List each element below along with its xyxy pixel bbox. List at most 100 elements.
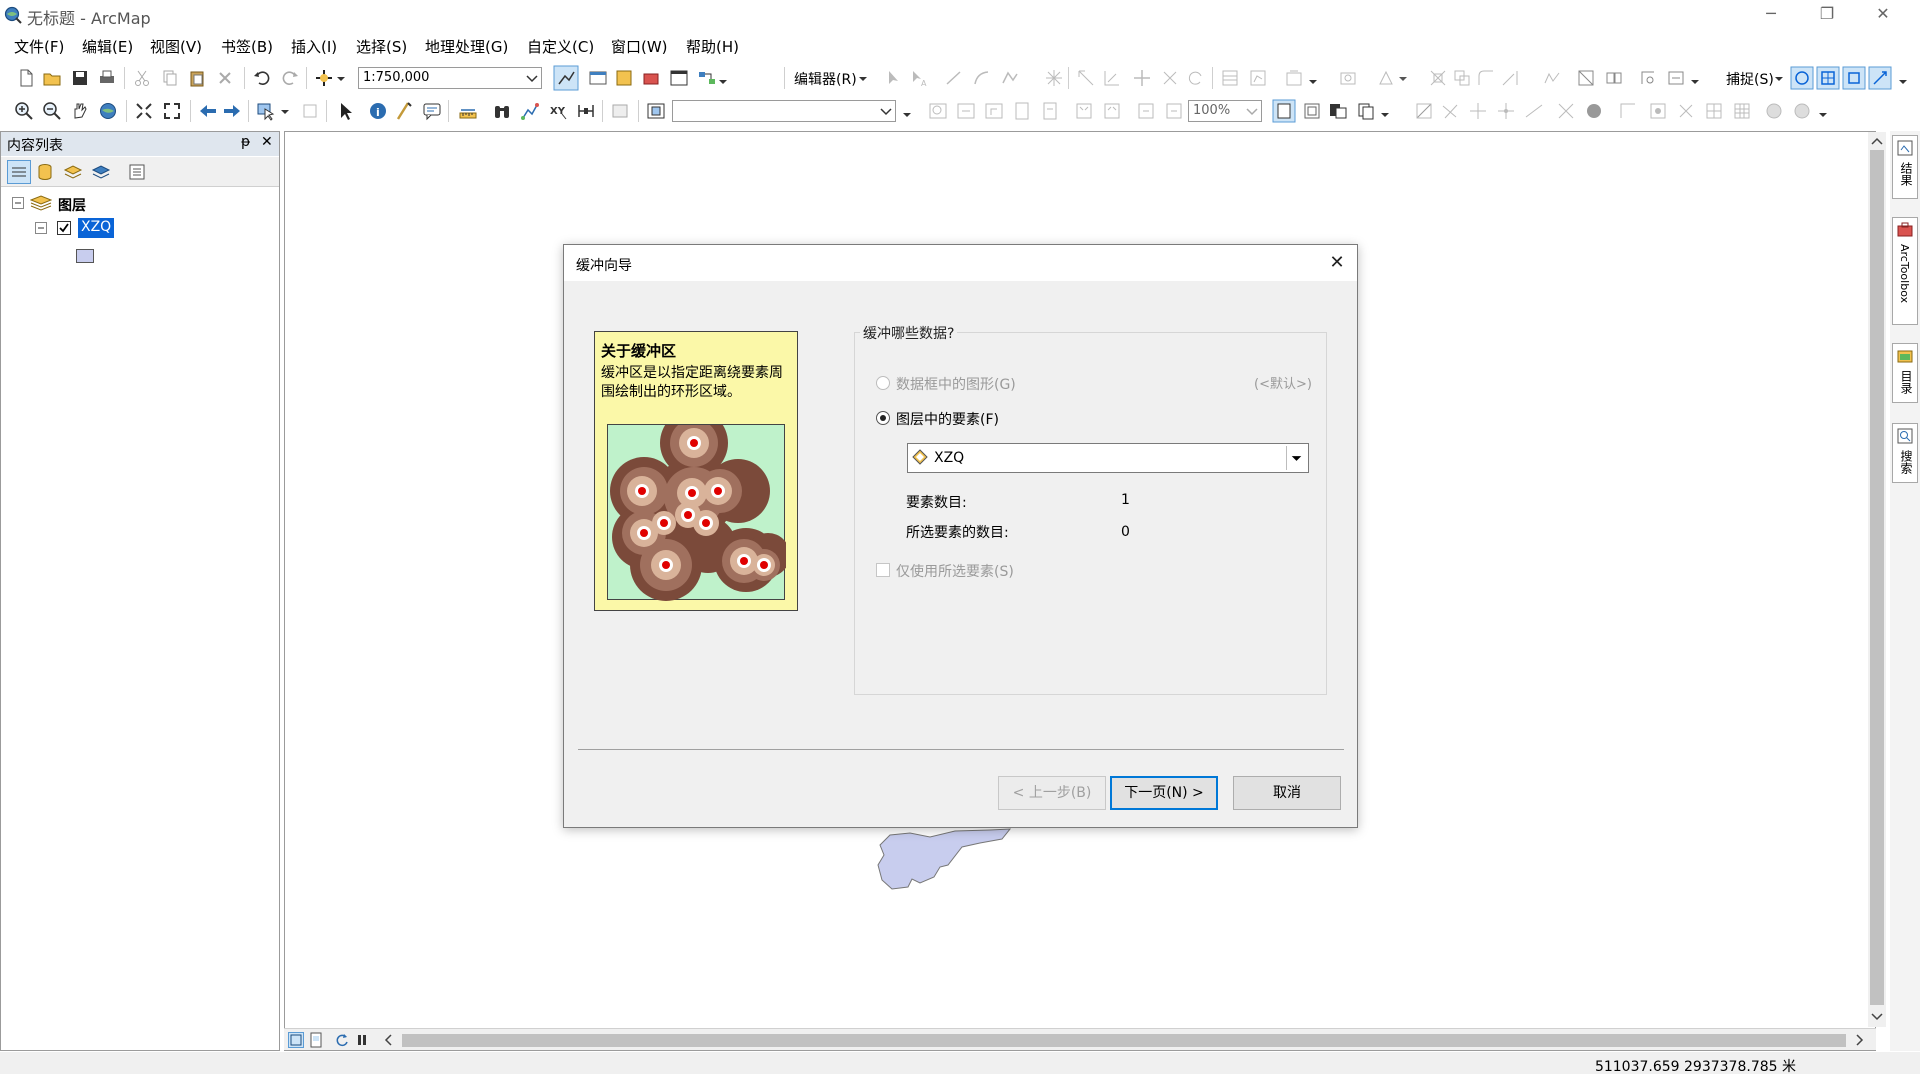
menu-geoprocessing[interactable]: 地理处理(G)	[425, 36, 508, 57]
layout-view-icon[interactable]	[308, 1032, 324, 1048]
focus-data-frame-icon[interactable]	[1302, 101, 1322, 121]
data-view-icon[interactable]	[288, 1032, 304, 1048]
draw-arrow-icon[interactable]	[1440, 101, 1460, 121]
collapse-layers-icon[interactable]	[12, 197, 24, 209]
midpoint-icon[interactable]	[1044, 68, 1064, 88]
copy-features-icon[interactable]	[1452, 68, 1472, 88]
select-dropdown-icon[interactable]	[280, 101, 290, 121]
generalize-icon[interactable]	[1542, 68, 1562, 88]
catalog-tab[interactable]: 目录	[1892, 343, 1918, 403]
draw-line-icon[interactable]	[1468, 101, 1488, 121]
editor-menu[interactable]: 编辑器(R)	[794, 69, 857, 89]
results-tab[interactable]: 结果	[1892, 135, 1918, 199]
save-icon[interactable]	[70, 68, 90, 88]
zoom-whole-page-icon[interactable]	[1012, 101, 1032, 121]
straight-segment-icon[interactable]	[944, 68, 964, 88]
go-to-xy-icon[interactable]: XY	[548, 101, 568, 121]
draw-curve-icon[interactable]	[1524, 101, 1544, 121]
draw-point-icon[interactable]	[1496, 101, 1516, 121]
find-route-icon[interactable]	[520, 101, 540, 121]
toolbar2-overflow-icon[interactable]	[902, 101, 912, 121]
rotate-element-icon[interactable]	[1618, 101, 1638, 121]
layout-overflow-icon[interactable]	[1380, 101, 1390, 121]
python-window-icon[interactable]	[669, 68, 689, 88]
redo-icon[interactable]	[280, 68, 300, 88]
hyperlink-icon[interactable]	[394, 101, 414, 121]
attribute-transfer-icon[interactable]	[1666, 68, 1686, 88]
arctoolbox-icon[interactable]	[641, 68, 661, 88]
scroll-up-icon[interactable]	[1871, 136, 1883, 146]
snapping-overflow-icon[interactable]	[1898, 68, 1908, 88]
refresh-icon[interactable]	[334, 1032, 350, 1048]
layer-name-xzq[interactable]: XZQ	[78, 218, 115, 238]
layout-zoom-out-icon[interactable]	[956, 101, 976, 121]
advanced-edit-icon[interactable]	[1428, 68, 1448, 88]
zoom-out-icon[interactable]	[42, 101, 62, 121]
sketch-properties-icon[interactable]	[1248, 68, 1268, 88]
snapping-dropdown-icon[interactable]	[1774, 68, 1784, 88]
trace-icon[interactable]	[1000, 68, 1020, 88]
fixed-zoom-out-icon[interactable]	[162, 101, 182, 121]
cut-icon[interactable]	[132, 68, 152, 88]
copy-icon[interactable]	[160, 68, 180, 88]
time-slider-icon[interactable]	[576, 101, 596, 121]
vertical-scroll-thumb[interactable]	[1870, 150, 1884, 1005]
end-snapping-icon[interactable]	[1816, 66, 1840, 90]
arctoolbox-tab[interactable]: ArcToolbox	[1892, 217, 1918, 325]
point-snapping-icon[interactable]	[1790, 66, 1814, 90]
add-data-dropdown-icon[interactable]	[336, 68, 346, 88]
georeference-icon[interactable]	[1338, 68, 1358, 88]
toc-close-icon[interactable]: ✕	[261, 134, 273, 150]
menu-selection[interactable]: 选择(S)	[356, 36, 407, 57]
menu-view[interactable]: 视图(V)	[150, 36, 202, 57]
fillet-icon[interactable]	[1476, 68, 1496, 88]
table-of-contents-icon[interactable]	[614, 68, 634, 88]
list-by-drawing-order-icon[interactable]	[7, 160, 31, 184]
zoom-in-icon[interactable]	[14, 101, 34, 121]
menu-windows[interactable]: 窗口(W)	[611, 36, 668, 57]
vertical-scrollbar[interactable]	[1868, 132, 1886, 1027]
add-data-icon[interactable]	[314, 68, 334, 88]
restore-button[interactable]: ❐	[1800, 0, 1854, 30]
rubbersheet-icon[interactable]	[1576, 68, 1596, 88]
transform-icon[interactable]	[1638, 68, 1658, 88]
delete-icon[interactable]	[215, 68, 235, 88]
edge-snapping-icon[interactable]	[1868, 66, 1892, 90]
shadow-globe-icon[interactable]	[1792, 101, 1812, 121]
polygon-symbol-swatch[interactable]	[76, 249, 94, 263]
measure-icon[interactable]	[458, 101, 478, 121]
catalog-window-icon[interactable]	[588, 68, 608, 88]
list-by-visibility-icon[interactable]	[63, 162, 83, 182]
toc-options-icon[interactable]	[127, 162, 147, 182]
radio-graphics-in-frame[interactable]	[876, 376, 890, 390]
dialog-close-icon[interactable]: ✕	[1325, 251, 1349, 275]
paste-icon[interactable]	[187, 68, 207, 88]
rotate-tool-icon[interactable]	[1186, 68, 1206, 88]
layer-visibility-checkbox[interactable]	[57, 221, 71, 235]
list-by-source-icon[interactable]	[35, 162, 55, 182]
cut-polygons-icon[interactable]	[1132, 68, 1152, 88]
layers-root-label[interactable]: 图层	[58, 195, 86, 215]
topology-icon[interactable]	[1376, 68, 1396, 88]
identify-icon[interactable]: i	[368, 101, 388, 121]
menu-insert[interactable]: 插入(I)	[291, 36, 337, 57]
fixed-zoom-in-icon[interactable]	[134, 101, 154, 121]
back-button[interactable]: < 上一步(B)	[998, 776, 1106, 810]
use-selected-checkbox[interactable]	[876, 563, 890, 577]
split-tool-icon[interactable]	[1160, 68, 1180, 88]
layout-pan-icon[interactable]	[984, 101, 1004, 121]
distribute-icon[interactable]	[1704, 101, 1724, 121]
attributes-icon[interactable]	[1220, 68, 1240, 88]
list-by-selection-icon[interactable]	[91, 162, 111, 182]
more-tools-dropdown-icon[interactable]	[718, 68, 728, 88]
full-extent-icon[interactable]	[98, 101, 118, 121]
layer-select[interactable]: XZQ	[907, 443, 1309, 473]
swipe-layer-icon[interactable]	[646, 101, 666, 121]
edgematch-icon[interactable]	[1604, 68, 1624, 88]
model-builder-icon[interactable]	[697, 68, 717, 88]
next-button[interactable]: 下一页(N) >	[1110, 776, 1218, 810]
editor-dropdown-icon[interactable]	[858, 68, 868, 88]
map-scale-combo[interactable]: 1:750,000	[358, 67, 542, 89]
change-layout-icon[interactable]	[1328, 101, 1348, 121]
cancel-button[interactable]: 取消	[1233, 776, 1341, 810]
